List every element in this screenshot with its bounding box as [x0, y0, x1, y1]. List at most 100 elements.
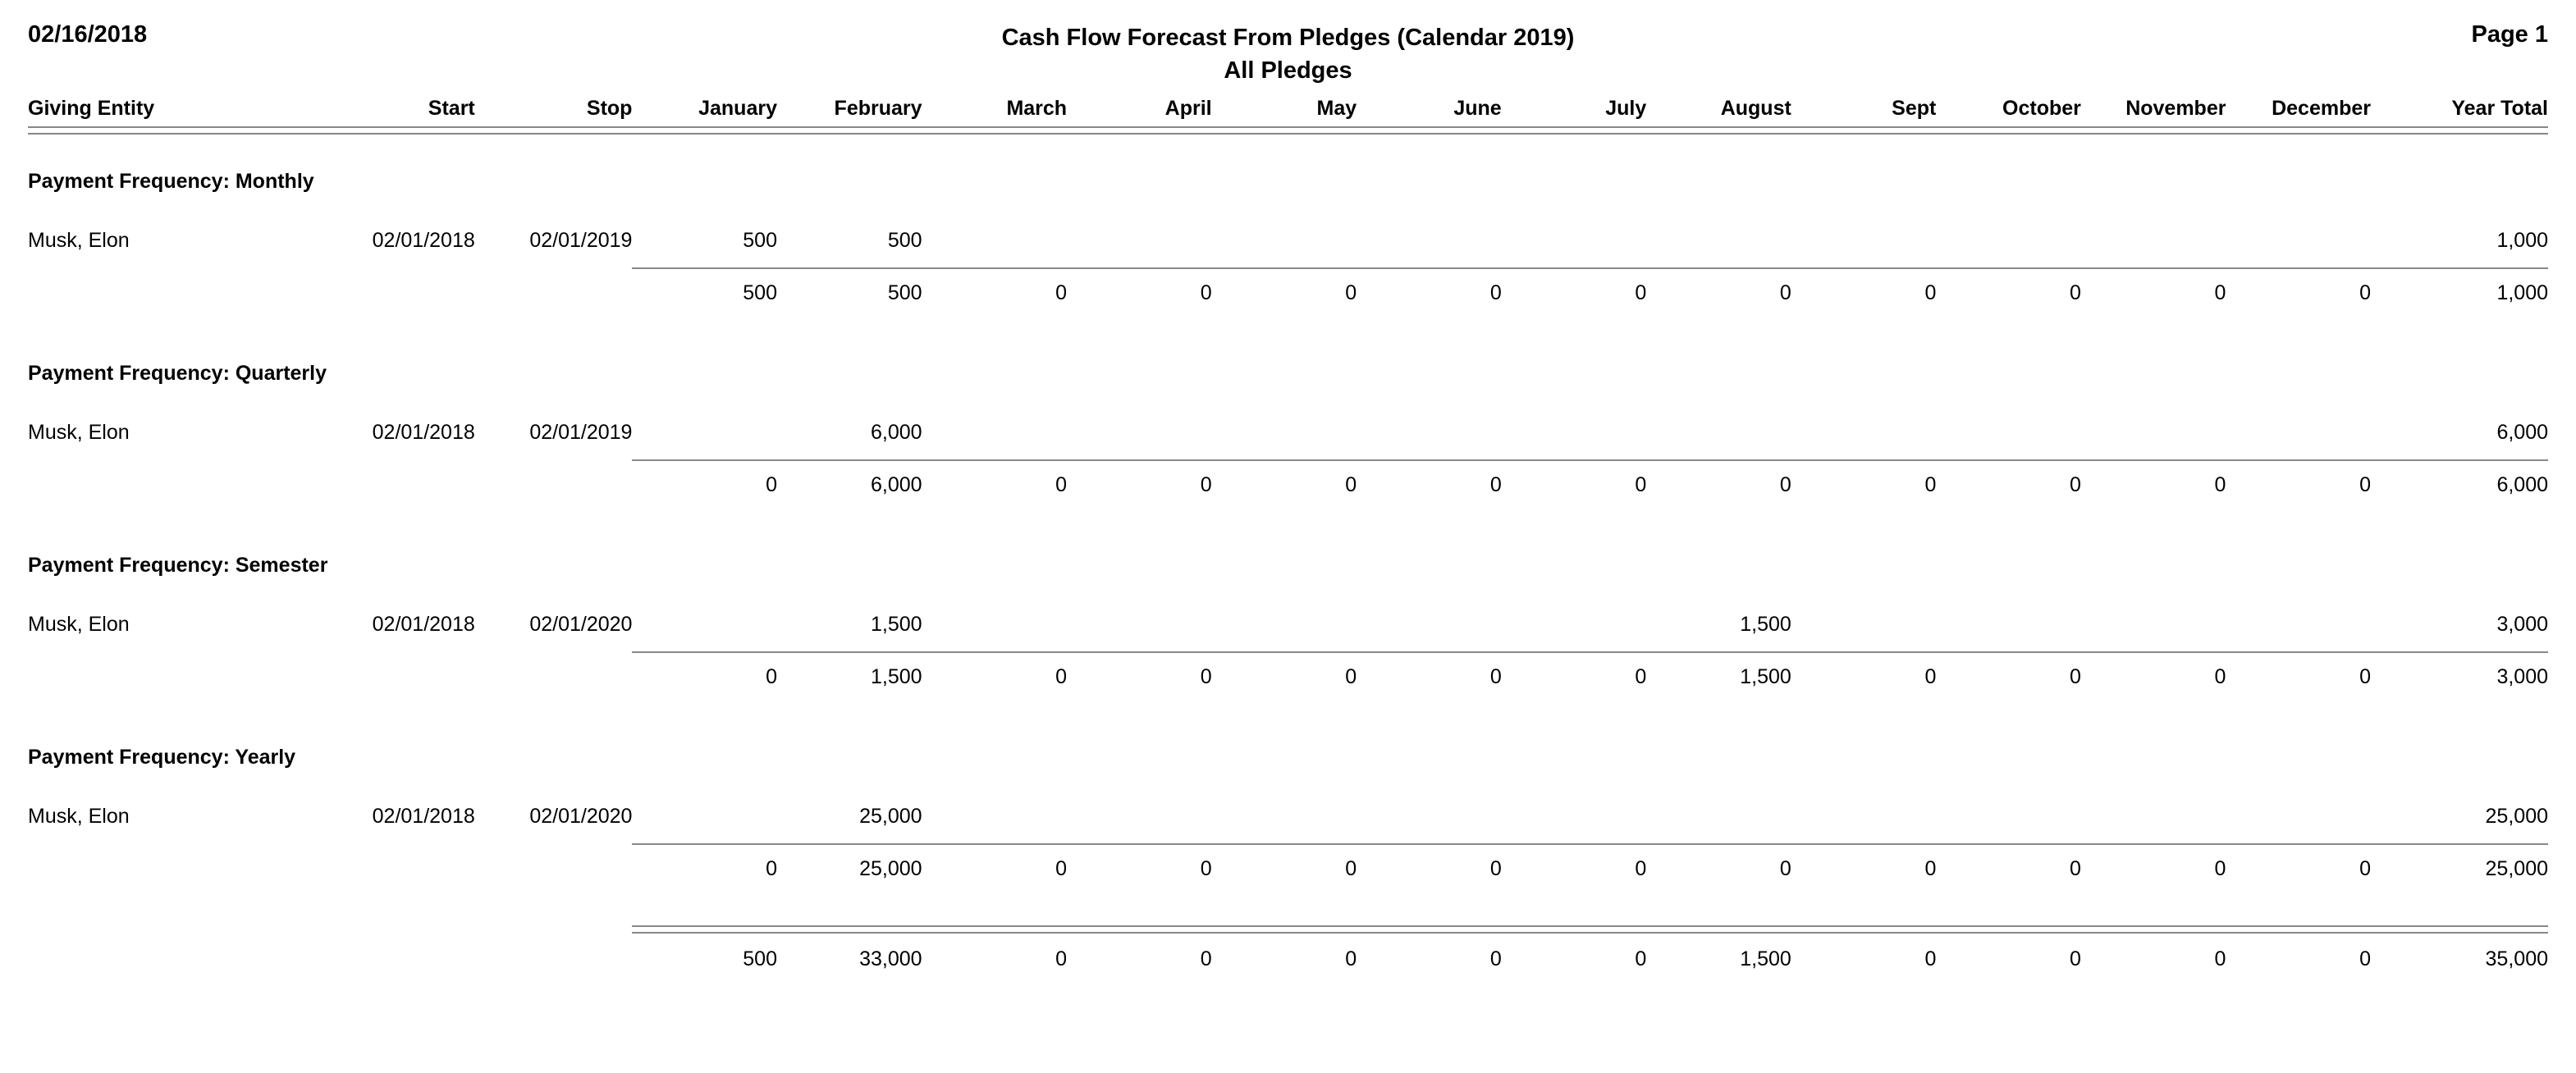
- subtotal-rule-cell: [1791, 443, 1937, 461]
- column-header-label: Start: [428, 97, 475, 120]
- subtotal-rule-cell: [1501, 443, 1647, 461]
- column-header-rule: [318, 126, 475, 135]
- subtotal-jan: 0: [766, 665, 777, 688]
- subtotal-row: 500 500 0 0 0 0 0 0 0 0 0 0 1,000: [28, 269, 2548, 304]
- subtotal-rule-cell: [922, 827, 1068, 845]
- subtotal-oct: 0: [2070, 281, 2081, 304]
- subtotal-apr: 0: [1200, 473, 1212, 496]
- group-heading-gap: [28, 384, 2548, 405]
- grand-total-jul: 0: [1635, 947, 1647, 970]
- grand-total-rule: [2371, 925, 2548, 934]
- subtotal-jan: 0: [766, 473, 777, 496]
- rule-spacer: [475, 635, 633, 653]
- subtotal-feb: 500: [887, 281, 922, 304]
- cell-month-jul: [1502, 405, 1647, 443]
- cell-month-apr: [1067, 597, 1212, 635]
- subtotal-jul: 0: [1635, 665, 1647, 688]
- group-gap: [28, 304, 2548, 348]
- rule-spacer: [28, 901, 318, 934]
- subtotal-rule-cell: [1936, 827, 2081, 845]
- cell-month-apr: [1067, 789, 1212, 827]
- subtotal-rule-cell: [1211, 827, 1357, 845]
- subtotal-rule-cell: [632, 635, 777, 653]
- cell-month-oct: [1936, 213, 2081, 251]
- spacer-cell: [28, 192, 2548, 213]
- column-header-label: April: [1164, 97, 1212, 120]
- cell-month-jun: [1357, 597, 1502, 635]
- subtotal-label-spacer: [28, 845, 318, 879]
- cell-month-feb: 6,000: [870, 421, 922, 444]
- group-heading: Payment Frequency: Quarterly: [28, 362, 327, 385]
- column-header-rule: [1211, 126, 1357, 135]
- subtotal-rule-cell: [1211, 251, 1357, 269]
- cell-month-oct: [1936, 789, 2081, 827]
- column-header-rule: [776, 126, 922, 135]
- table-row[interactable]: Musk, Elon 02/01/2018 02/01/2019 500 500 1,00…: [28, 213, 2548, 251]
- grand-total-start-spacer: [318, 934, 475, 970]
- subtotal-sept: 0: [1924, 281, 1937, 304]
- spacer-cell: [28, 304, 2548, 348]
- column-header-label: December: [2272, 97, 2371, 120]
- subtotal-aug: 0: [1779, 857, 1791, 880]
- column-header-label: May: [1316, 97, 1357, 120]
- column-header-rule: [1067, 126, 1212, 135]
- subtotal-jul: 0: [1635, 473, 1647, 496]
- column-header-label: June: [1453, 97, 1502, 120]
- group-gap: [28, 495, 2548, 540]
- subtotal-jun: 0: [1489, 665, 1502, 688]
- column-header-may: May: [1211, 97, 1357, 135]
- group-heading-gap: [28, 576, 2548, 597]
- subtotal-nov: 0: [2214, 857, 2226, 880]
- column-header-label: Year Total: [2451, 97, 2548, 120]
- subtotal-rule-cell: [1067, 251, 1212, 269]
- subtotal-start-spacer: [318, 269, 475, 304]
- subtotal-rule-cell: [1067, 635, 1212, 653]
- cell-month-sept: [1791, 789, 1937, 827]
- cell-stop: 02/01/2019: [529, 421, 633, 444]
- cell-stop: 02/01/2020: [529, 805, 633, 828]
- cell-month-dec: [2226, 597, 2371, 635]
- grand-total-rule-row: [28, 901, 2548, 934]
- group-heading: Payment Frequency: Yearly: [28, 746, 296, 769]
- column-header-mar: March: [922, 98, 1068, 135]
- subtotal-apr: 0: [1200, 665, 1212, 688]
- grand-total-rule-cell: [1357, 901, 1502, 934]
- group-heading-row: Payment Frequency: Monthly: [28, 156, 2548, 192]
- subtotal-row: 0 6,000 0 0 0 0 0 0 0 0 0 0 6,000: [28, 461, 2548, 495]
- column-header-nov: November: [2080, 98, 2226, 135]
- cell-month-feb: 1,500: [870, 613, 922, 636]
- grand-total-rule: [1067, 925, 1212, 934]
- subtotal-rule-cell: [1357, 827, 1502, 845]
- subtotal-rule-cell: [1501, 251, 1647, 269]
- rule-spacer: [318, 827, 475, 845]
- grand-total-rule-cell: [632, 901, 777, 934]
- column-header-label: October: [2002, 97, 2081, 120]
- subtotal-rule-cell: [776, 443, 922, 461]
- subtotal-jul: 0: [1635, 281, 1647, 304]
- report-title-block: Cash Flow Forecast From Pledges (Calenda…: [28, 21, 2548, 87]
- cell-month-jan: [632, 597, 777, 635]
- cell-month-apr: [1067, 213, 1212, 251]
- cell-month-dec: [2226, 405, 2371, 443]
- subtotal-label-spacer: [28, 461, 318, 495]
- cell-entity: Musk, Elon: [28, 229, 130, 252]
- group-heading-row: Payment Frequency: Yearly: [28, 732, 2548, 768]
- table-header: Giving Entity Start Stop January February Mar…: [28, 98, 2548, 135]
- rule-spacer: [28, 251, 318, 269]
- cell-month-may: [1212, 213, 1357, 251]
- subtotal-sept: 0: [1924, 857, 1937, 880]
- subtotal-oct: 0: [2070, 473, 2081, 496]
- table-row[interactable]: Musk, Elon 02/01/2018 02/01/2019 6,000 6,000: [28, 405, 2548, 443]
- cell-month-nov: [2081, 213, 2226, 251]
- subtotal-rule-cell: [1067, 827, 1212, 845]
- subtotal-nov: 0: [2214, 473, 2226, 496]
- column-header-row: Giving Entity Start Stop January February Mar…: [28, 98, 2548, 135]
- subtotal-rule-row: [28, 443, 2548, 461]
- table-row[interactable]: Musk, Elon 02/01/2018 02/01/2020 25,000 25,0…: [28, 789, 2548, 827]
- subtotal-year-total: 6,000: [2496, 473, 2548, 496]
- table-row[interactable]: Musk, Elon 02/01/2018 02/01/2020 1,500 1,500…: [28, 597, 2548, 635]
- subtotal-rule-row: [28, 635, 2548, 653]
- subtotal-feb: 25,000: [859, 857, 922, 880]
- column-header-rule: [2080, 126, 2226, 135]
- subtotal-rule-cell: [2371, 443, 2548, 461]
